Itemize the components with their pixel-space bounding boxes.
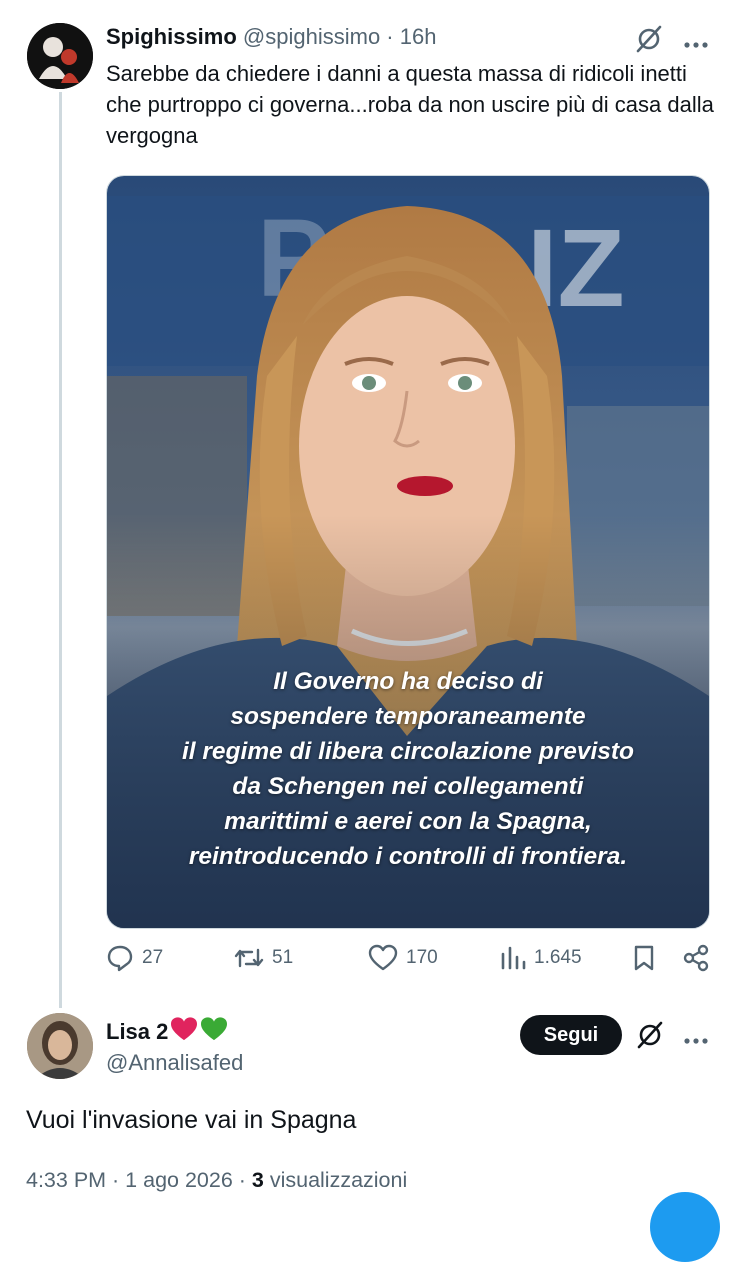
follow-button[interactable]: Segui [520,1015,622,1055]
repost-button[interactable]: 51 [234,944,293,972]
share-button[interactable] [682,944,710,972]
post-text: Sarebbe da chiedere i danni a questa mas… [106,61,714,148]
caption-line: sospendere temporaneamente [230,703,586,730]
compose-button[interactable] [650,1192,720,1262]
reply-button[interactable]: 27 [106,944,163,972]
reply-display-name-row[interactable]: Lisa 2 [106,1016,228,1048]
grok-icon[interactable] [635,1020,665,1050]
reply-timestamp[interactable]: 4:33 PM · 1 ago 2026 · [26,1168,252,1192]
caption-line: Il Governo ha deciso di [273,668,543,695]
analytics-icon [501,946,526,970]
caption-line: il regime di libera circolazione previst… [181,738,635,765]
reply-handle[interactable]: @Annalisafed [106,1050,243,1076]
reply-count: 27 [142,947,164,968]
repost-icon [234,948,264,968]
heart-icon [368,944,398,971]
thread-connector-line [59,92,62,1008]
like-count: 170 [406,947,438,968]
avatar[interactable] [27,23,93,89]
views-label: visualizzazioni [263,1168,408,1192]
post-header: Spighissimo @spighissimo · 16h [106,24,436,50]
red-heart-icon [170,1016,198,1048]
more-options-icon[interactable] [683,1026,709,1046]
reply-meta: 4:33 PM · 1 ago 2026 · 3 visualizzazioni [26,1168,407,1193]
reply-avatar[interactable] [27,1013,93,1079]
separator: · [380,24,400,49]
image-caption-overlay: Il Governo ha deciso di sospendere tempo… [107,664,709,874]
caption-line: marittimi e aerei con la Spagna, [224,808,592,835]
like-button[interactable]: 170 [368,944,438,972]
bookmark-button[interactable] [632,944,656,972]
views-button[interactable]: 1.645 [500,944,582,972]
green-heart-icon [200,1016,228,1048]
bookmark-icon [634,945,654,971]
reply-icon [107,945,133,972]
repost-count: 51 [272,947,294,968]
grok-icon[interactable] [634,24,664,54]
view-count: 1.645 [534,947,582,968]
handle[interactable]: @spighissimo [243,24,380,49]
reply-display-name: Lisa 2 [106,1019,169,1044]
share-icon [683,944,709,972]
display-name[interactable]: Spighissimo [106,24,237,49]
caption-line: reintroducendo i controlli di frontiera. [188,843,628,870]
more-options-icon[interactable] [683,30,709,50]
post-time[interactable]: 16h [400,24,437,49]
post-action-bar: 27 51 170 1.645 [106,944,716,984]
caption-line: da Schengen nei collegamenti [232,773,584,800]
post-image[interactable]: P IZ Il Governo ha deciso di sospendere … [106,175,710,929]
views-count: 3 [251,1168,264,1192]
reply-text: Vuoi l'invasione vai in Spagna [26,1106,357,1134]
